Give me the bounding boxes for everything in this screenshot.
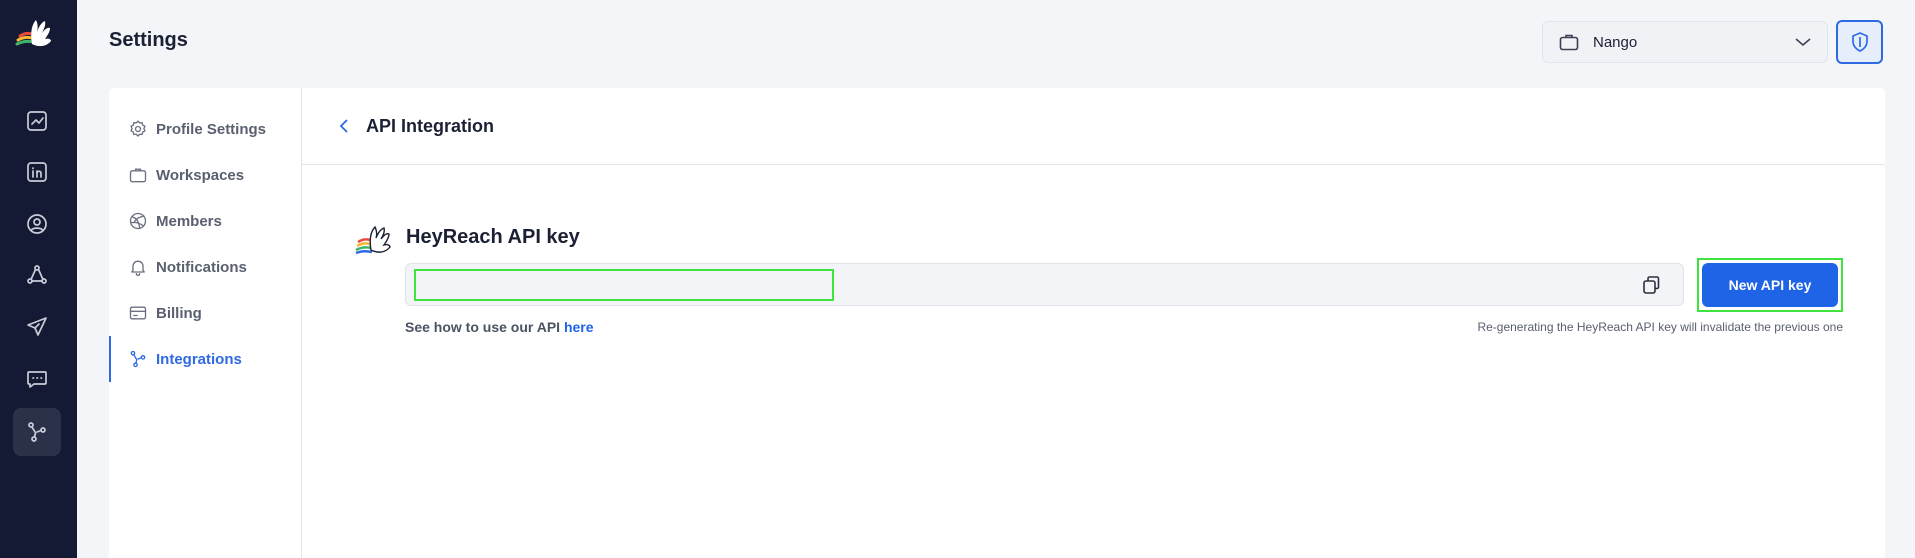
rail-analytics[interactable] (13, 97, 61, 145)
briefcase-icon (1559, 34, 1579, 51)
sidebar-item-label: Notifications (156, 258, 247, 276)
globe-icon (129, 212, 147, 230)
sidebar-item-label: Billing (156, 304, 202, 322)
rail-network[interactable] (13, 251, 61, 299)
send-icon (27, 317, 47, 336)
gear-icon (130, 120, 146, 137)
new-api-key-highlight: New API key (1697, 258, 1843, 312)
workspace-select[interactable]: Nango (1542, 21, 1828, 63)
sidebar-item-members[interactable]: Members (109, 198, 301, 244)
page-title: Settings (109, 29, 188, 51)
api-key-title: HeyReach API key (406, 226, 580, 248)
sidebar-item-workspaces[interactable]: Workspaces (109, 152, 301, 198)
app-rail (0, 0, 77, 558)
sidebar-item-label: Members (156, 212, 222, 230)
rail-send[interactable] (13, 303, 61, 351)
sidebar-item-notifications[interactable]: Notifications (109, 244, 301, 290)
chevron-down-icon (1795, 38, 1811, 47)
copy-icon[interactable] (1641, 275, 1661, 295)
chart-trend-icon (27, 111, 47, 131)
integration-icon (28, 422, 46, 442)
message-icon (27, 371, 47, 388)
content-title: API Integration (366, 115, 495, 136)
card-icon (129, 306, 147, 320)
rail-leads[interactable] (13, 200, 61, 248)
workspace-name: Nango (1593, 33, 1638, 51)
sidebar-item-label: Integrations (156, 350, 242, 368)
rail-integrations[interactable] (13, 408, 61, 456)
linkedin-icon (27, 162, 47, 182)
sidebar-item-profile-settings[interactable]: Profile Settings (109, 106, 301, 152)
regenerate-warning: Re-generating the HeyReach API key will … (1477, 320, 1843, 334)
settings-sidebar: Profile Settings Workspaces Members Noti… (109, 88, 302, 558)
api-help-link[interactable]: here (564, 319, 594, 335)
sidebar-item-label: Workspaces (156, 166, 245, 184)
admin-shield-button[interactable] (1836, 20, 1883, 64)
rail-linkedin[interactable] (13, 148, 61, 196)
network-icon (27, 265, 47, 284)
settings-panel: Profile Settings Workspaces Members Noti… (109, 88, 1885, 558)
sidebar-item-label: Profile Settings (156, 120, 267, 138)
bell-icon (131, 260, 145, 276)
api-help-text: See how to use our API here (405, 319, 594, 335)
briefcase-icon (129, 168, 147, 183)
shield-icon (1851, 32, 1868, 52)
api-help-prefix: See how to use our API (405, 319, 564, 335)
new-api-key-button[interactable]: New API key (1702, 263, 1838, 307)
chevron-left-icon[interactable] (336, 117, 354, 135)
sidebar-item-billing[interactable]: Billing (109, 290, 301, 336)
heyreach-logo (355, 225, 391, 255)
api-key-input[interactable] (414, 269, 834, 301)
user-circle-icon (27, 214, 47, 234)
api-key-field (405, 263, 1684, 306)
sidebar-item-integrations[interactable]: Integrations (109, 336, 301, 382)
integration-icon (130, 350, 146, 368)
content-header: API Integration (302, 88, 1885, 165)
rail-messages[interactable] (13, 355, 61, 403)
heyreach-logo[interactable] (12, 14, 58, 54)
